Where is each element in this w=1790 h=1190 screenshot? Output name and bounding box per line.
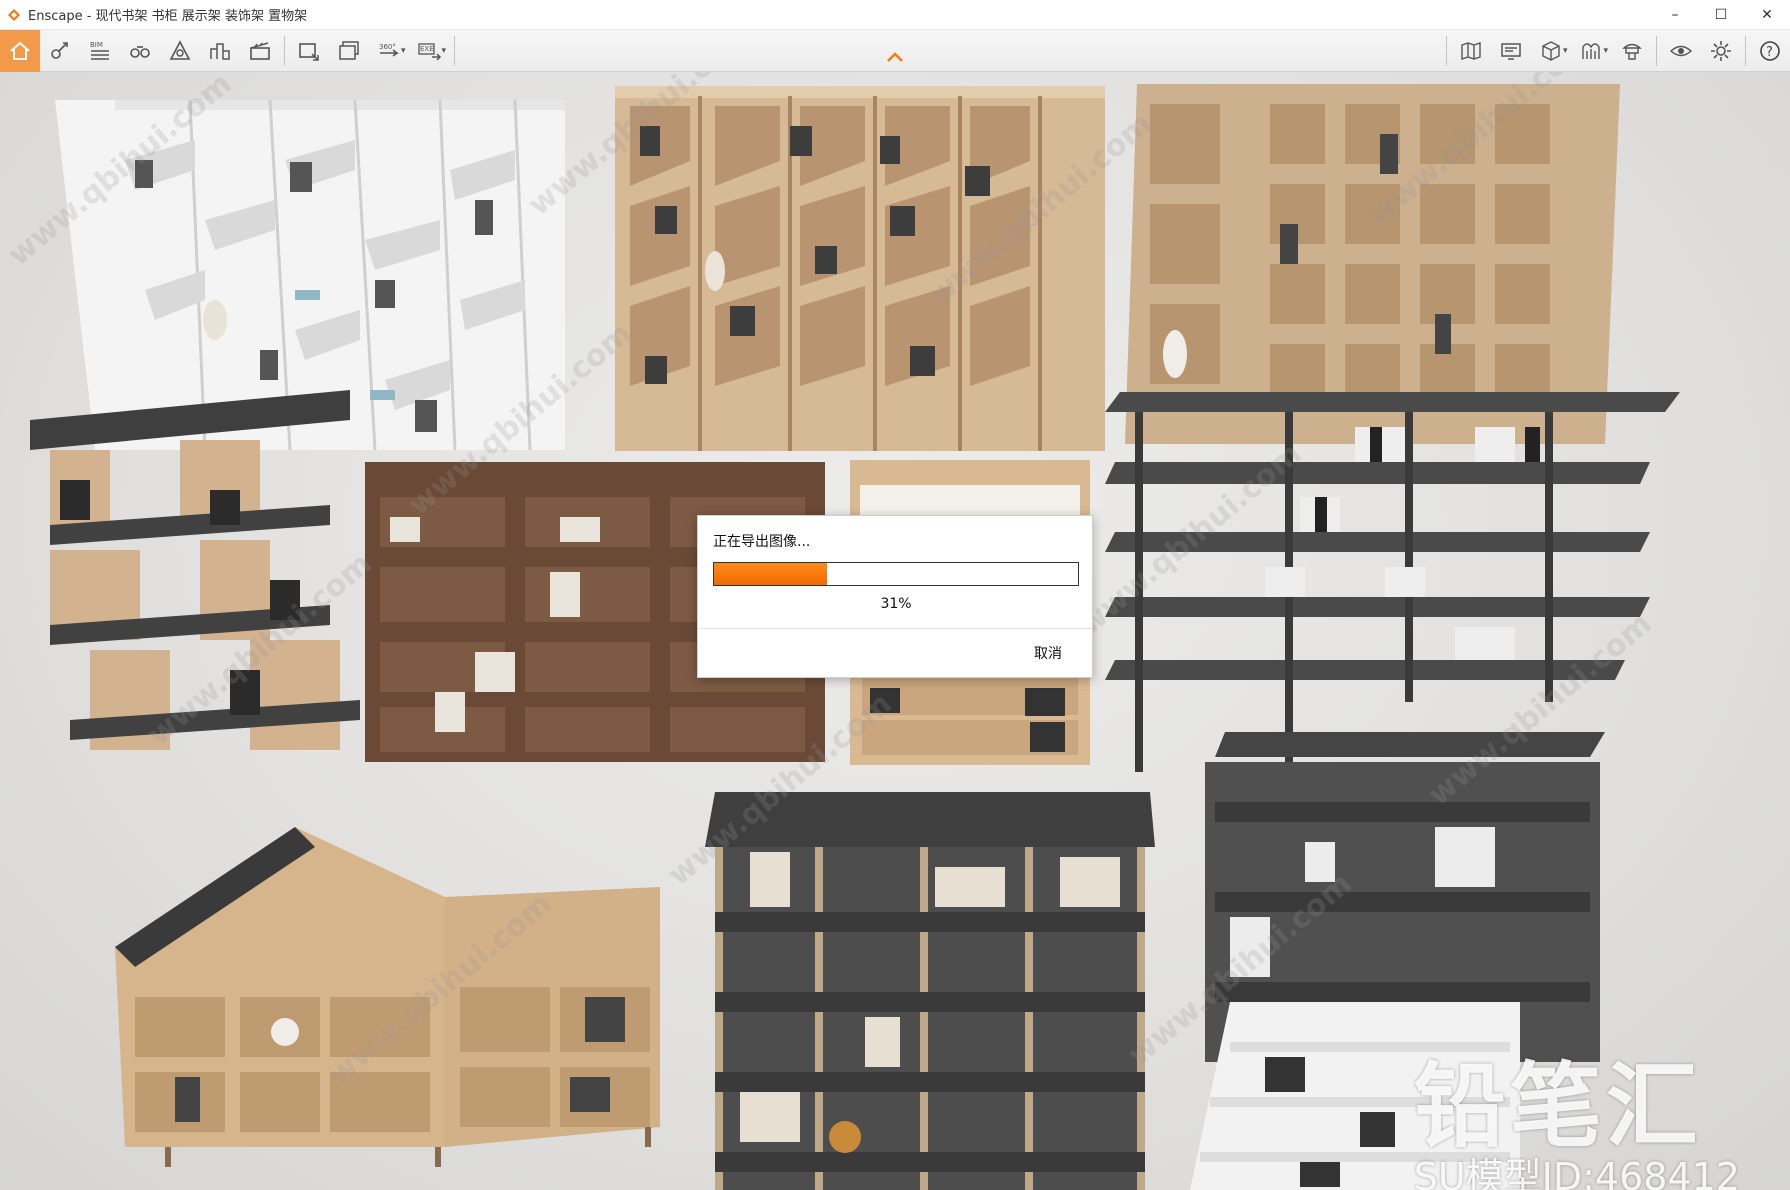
collapse-toolbar-chevron-icon[interactable]: [885, 50, 905, 64]
dialog-divider: [698, 628, 1092, 629]
batch-render-button[interactable]: [329, 30, 369, 72]
progress-fill: [714, 563, 827, 585]
toolbar-right-group: ▾ ▾ ?: [1442, 30, 1790, 72]
progress-percent: 31%: [880, 596, 912, 612]
screenshot-button[interactable]: [289, 30, 329, 72]
cube-button[interactable]: [1531, 30, 1571, 72]
chat-hat-button[interactable]: [1612, 30, 1652, 72]
gear-icon: [1711, 41, 1731, 61]
model-id: SU模型ID:468412: [1413, 1155, 1740, 1190]
export-progress-dialog: 正在导出图像... 31% 取消: [697, 515, 1093, 678]
buildings-icon: [210, 42, 230, 60]
black-wood-shelf: [30, 390, 370, 765]
svg-text:?: ?: [1766, 45, 1773, 60]
bim-button[interactable]: BIM: [80, 30, 120, 72]
toolbar-separator: [1445, 36, 1447, 66]
help-icon: ?: [1760, 41, 1780, 61]
clapper-button[interactable]: [240, 30, 280, 72]
material-button[interactable]: [1571, 30, 1611, 72]
help-button[interactable]: ?: [1750, 30, 1790, 72]
eye-icon: [1669, 45, 1693, 57]
dark-grid-shelf: [705, 792, 1155, 1190]
export-exe-button[interactable]: EXE: [410, 30, 450, 72]
toolbar-separator: [1745, 36, 1746, 66]
export-exe-icon: EXE: [417, 42, 441, 61]
brand-name: 铅笔汇: [1413, 1053, 1702, 1160]
toolbar-separator: [284, 35, 285, 66]
title-bar: Enscape - 现代书架 书柜 展示架 装饰架 置物架 – ☐ ✕: [0, 0, 1790, 30]
chat-hat-icon: [1622, 43, 1642, 60]
views-button[interactable]: [160, 30, 200, 72]
batch-render-icon: [339, 40, 359, 60]
home-button[interactable]: [0, 29, 40, 72]
svg-text:EXE: EXE: [420, 45, 434, 53]
buildings-button[interactable]: [200, 30, 240, 72]
dialog-title: 正在导出图像...: [713, 534, 811, 550]
minimize-button[interactable]: –: [1652, 0, 1698, 30]
visibility-button[interactable]: [1661, 30, 1701, 72]
cube-icon: [1542, 41, 1560, 61]
material-icon: [1582, 43, 1601, 59]
screenshot-icon: [299, 42, 319, 61]
brand-watermark: 铅笔汇 SU模型ID:468412: [1414, 1057, 1740, 1190]
binoculars-icon: [130, 45, 150, 58]
window-title: Enscape - 现代书架 书柜 展示架 装饰架 置物架: [28, 9, 308, 24]
home-icon: [10, 41, 30, 60]
dark-metal-shelf: [1105, 392, 1685, 782]
wood-grid-cabinet: [1125, 84, 1625, 444]
cancel-button[interactable]: 取消: [1034, 643, 1062, 663]
views-icon: [169, 39, 191, 60]
monitor-button[interactable]: [1491, 30, 1531, 72]
wood-zigzag-bookshelf: [615, 86, 1105, 451]
toolbar-separator: [1656, 36, 1657, 66]
clapper-icon: [250, 41, 270, 60]
window-controls: – ☐ ✕: [1652, 0, 1790, 30]
panorama-360-icon: 360°: [379, 43, 400, 57]
house-shaped-shelf: [115, 827, 660, 1167]
svg-text:BIM: BIM: [90, 41, 103, 49]
progress-bar: [713, 562, 1079, 586]
panorama-button[interactable]: 360°: [369, 30, 409, 72]
map-icon: [1461, 42, 1481, 60]
close-button[interactable]: ✕: [1744, 0, 1790, 30]
binoculars-button[interactable]: [120, 30, 160, 72]
asset-library-button[interactable]: [40, 30, 80, 72]
maximize-button[interactable]: ☐: [1698, 0, 1744, 30]
enscape-logo-icon: [8, 8, 20, 21]
toolbar-separator: [454, 35, 456, 66]
asset-library-icon: [51, 41, 68, 59]
monitor-icon: [1501, 43, 1521, 60]
map-button[interactable]: [1451, 30, 1491, 72]
bim-icon: BIM: [90, 41, 109, 60]
settings-button[interactable]: [1701, 30, 1741, 72]
